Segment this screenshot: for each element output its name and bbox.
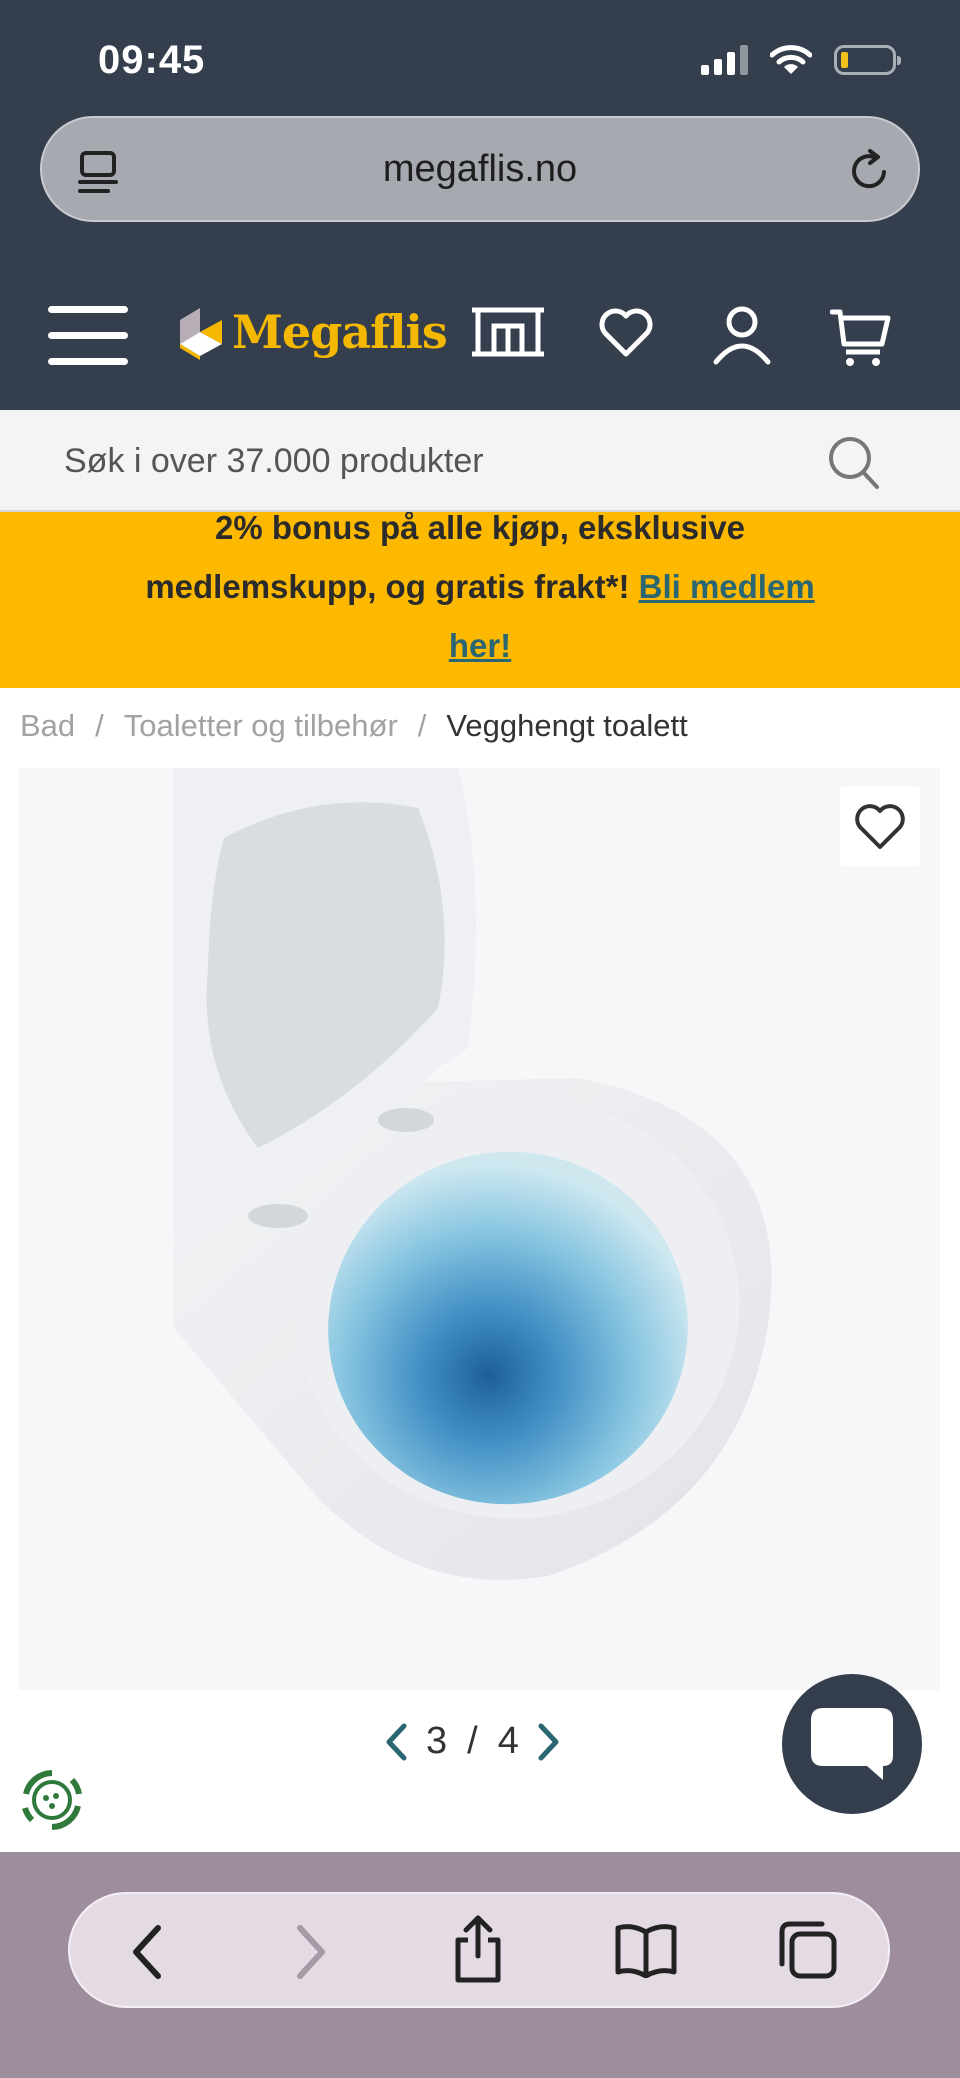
site-logo[interactable]: Megaflis: [176, 302, 448, 362]
browser-toolbar: [0, 1852, 960, 2078]
battery-icon: [834, 45, 901, 75]
gallery-pager: 3 / 4: [384, 1720, 561, 1763]
recycle-badge-icon[interactable]: [16, 1764, 88, 1836]
cart-icon[interactable]: [830, 306, 892, 368]
breadcrumb-separator: /: [95, 708, 104, 743]
store-icon[interactable]: [470, 306, 546, 358]
top-header: 09:45 megaflis.no Megaflis: [0, 0, 960, 410]
heart-icon[interactable]: [598, 306, 654, 358]
chat-button[interactable]: [782, 1674, 922, 1814]
status-time: 09:45: [98, 38, 206, 82]
join-link[interactable]: Bli medlem: [639, 568, 815, 605]
promo-text: 2% bonus på alle kjøp, eksklusive medlem…: [60, 512, 900, 675]
menu-icon[interactable]: [48, 306, 128, 384]
promo-line-1: 2% bonus på alle kjøp, eksklusive: [214, 512, 746, 546]
pager-total: 4: [497, 1720, 519, 1762]
heart-icon: [855, 804, 905, 849]
logo-mark: [180, 308, 222, 360]
toolbar-pill: [68, 1892, 890, 2008]
back-icon[interactable]: [126, 1922, 166, 1982]
reload-icon[interactable]: [848, 148, 892, 194]
promo-line-2: medlemskupp, og gratis frakt*!: [145, 568, 639, 605]
signal-icon: [701, 45, 748, 75]
breadcrumb-separator: /: [417, 708, 427, 743]
search-bar: [0, 410, 960, 512]
product-image[interactable]: [18, 768, 940, 1690]
breadcrumb: Bad / Toaletter og tilbehør / Vegghengt toal…: [20, 708, 688, 744]
breadcrumb-current: Vegghengt toalett: [446, 708, 688, 743]
pager-separator: /: [467, 1720, 478, 1762]
breadcrumb-item-toilets[interactable]: Toaletter og tilbehør: [124, 708, 398, 743]
wifi-icon: [770, 45, 812, 74]
tabs-icon[interactable]: [778, 1920, 838, 1980]
url-text: megaflis.no: [382, 147, 578, 190]
status-icons: [701, 44, 901, 76]
join-link-continued[interactable]: her!: [449, 627, 511, 664]
chevron-left-icon[interactable]: [384, 1723, 408, 1761]
user-icon[interactable]: [712, 306, 772, 366]
url-bar[interactable]: megaflis.no: [40, 116, 920, 222]
logo-text: Megaflis: [232, 305, 448, 359]
chat-icon: [811, 1708, 893, 1780]
reader-icon[interactable]: [78, 150, 120, 194]
breadcrumb-item-bad[interactable]: Bad: [20, 708, 75, 743]
bookmarks-icon[interactable]: [614, 1922, 678, 1978]
favorite-button[interactable]: [840, 786, 920, 866]
search-input[interactable]: [64, 442, 764, 481]
share-icon[interactable]: [452, 1914, 504, 1984]
search-icon[interactable]: [828, 436, 880, 490]
toilet-illustration: [174, 768, 772, 1580]
forward-icon[interactable]: [292, 1922, 332, 1982]
promo-banner: 2% bonus på alle kjøp, eksklusive medlem…: [0, 512, 960, 688]
pager-current: 3: [426, 1720, 448, 1762]
chevron-right-icon[interactable]: [537, 1723, 561, 1761]
